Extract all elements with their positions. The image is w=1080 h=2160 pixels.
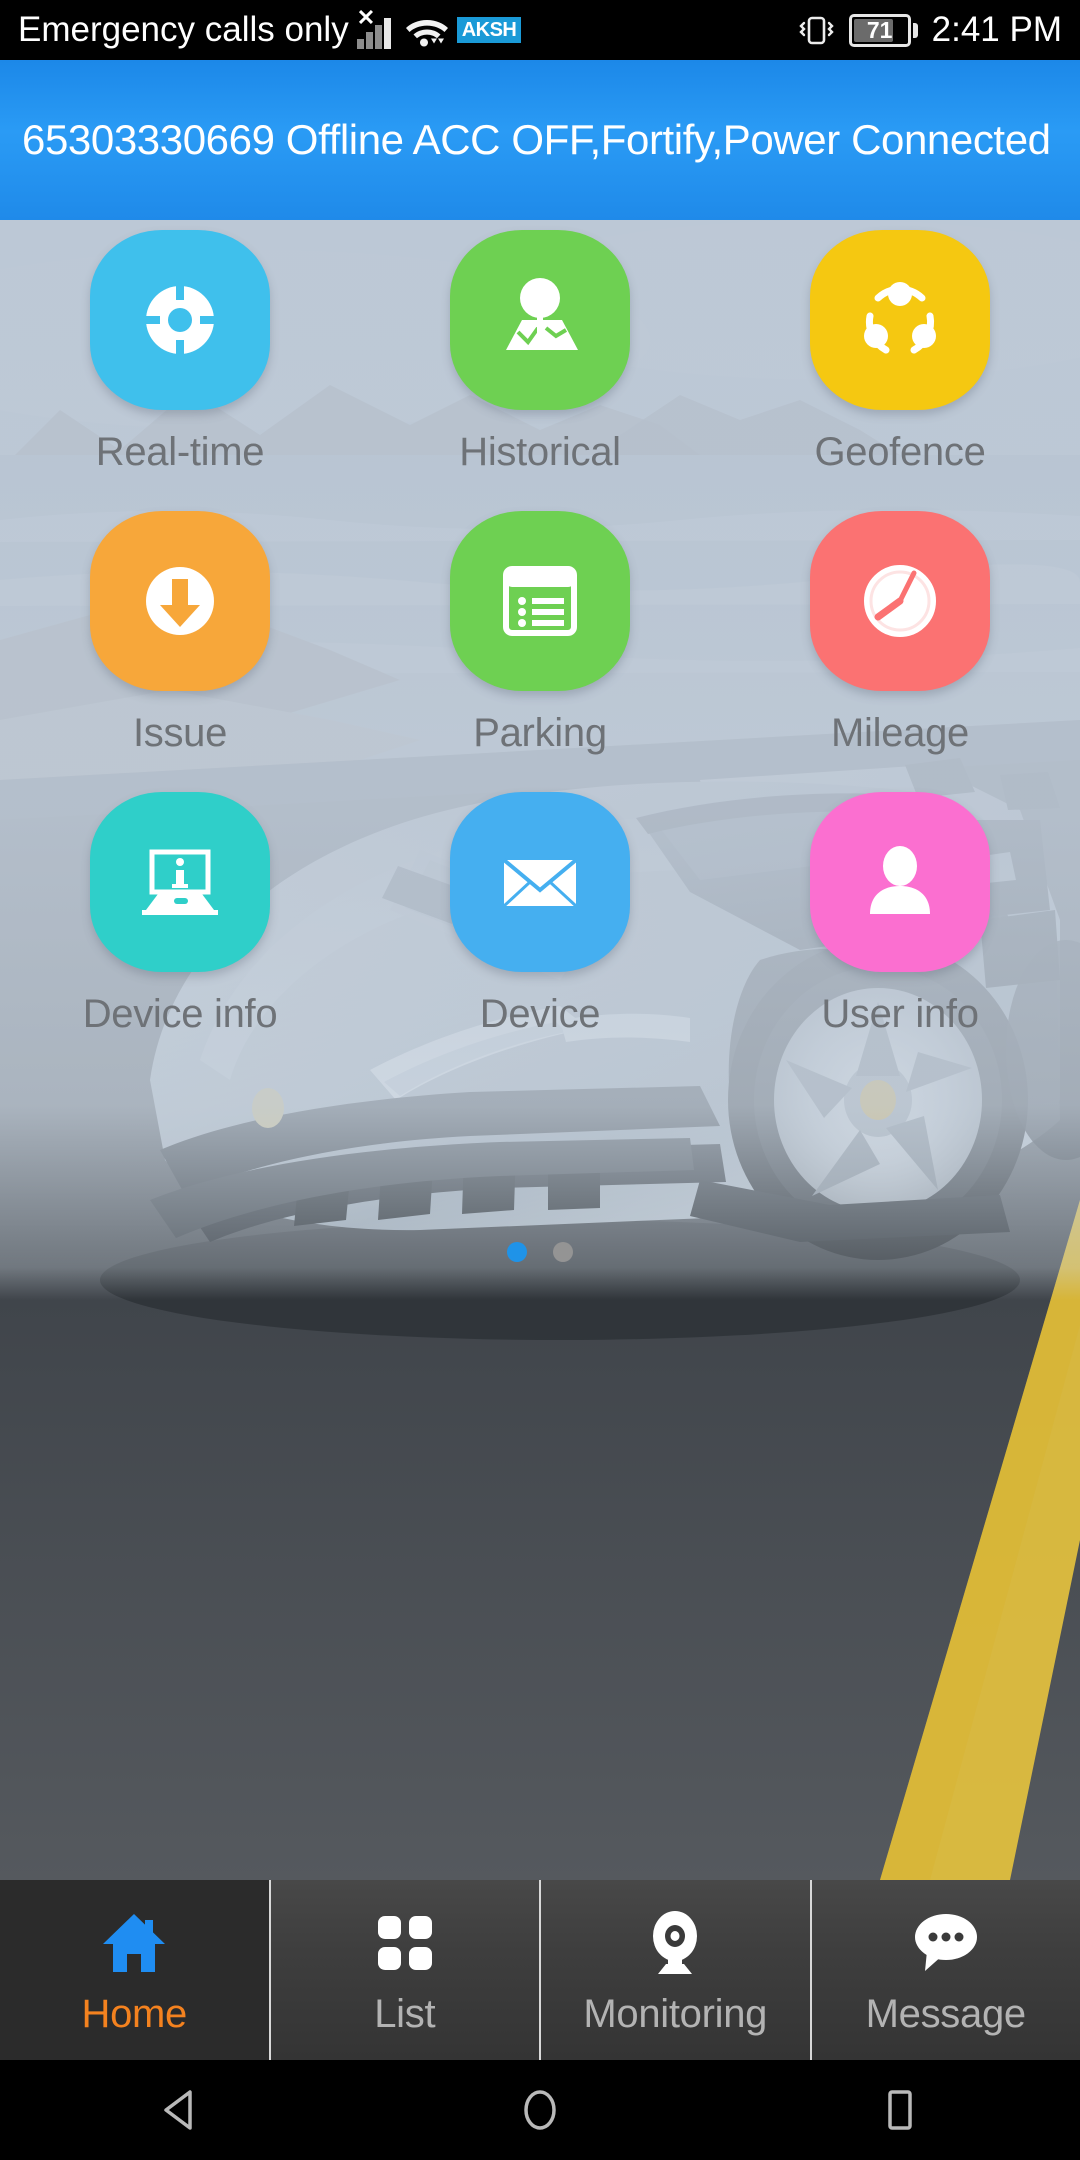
crosshair-target-icon [90, 230, 270, 410]
recents-square-icon[interactable] [840, 2060, 960, 2160]
carrier-label: Emergency calls only [18, 10, 349, 49]
person-icon [810, 792, 990, 972]
hotspot-badge: AKSH [456, 17, 522, 43]
android-navigation-bar [0, 2060, 1080, 2160]
phone-screen: Emergency calls only ✕ AKSH 71 2:41 PM 6… [0, 0, 1080, 2160]
chat-bubble-icon [911, 1898, 981, 1988]
clock-label: 2:41 PM [931, 10, 1062, 49]
grid-item-label: Historical [459, 430, 621, 474]
grid-item-historical[interactable]: Historical [360, 230, 720, 475]
page-dot-2[interactable] [553, 1242, 573, 1262]
tab-label: Message [865, 1992, 1027, 2036]
tab-monitoring[interactable]: Monitoring [541, 1880, 812, 2060]
back-triangle-icon[interactable] [120, 2060, 240, 2160]
grid-item-mileage[interactable]: Mileage [720, 511, 1080, 756]
device-status-banner[interactable]: 65303330669 Offline ACC OFF,Fortify,Powe… [0, 60, 1080, 220]
grid-item-label: Device info [82, 992, 278, 1036]
tab-label: List [374, 1992, 436, 2036]
geofence-nodes-icon [810, 230, 990, 410]
grid-item-user-info[interactable]: User info [720, 792, 1080, 1037]
grid-item-geofence[interactable]: Geofence [720, 230, 1080, 475]
vibrate-icon [797, 11, 835, 49]
grid-item-label: Geofence [814, 430, 986, 474]
wifi-icon [405, 12, 449, 48]
page-dot-1[interactable] [507, 1242, 527, 1262]
status-bar: Emergency calls only ✕ AKSH 71 2:41 PM [0, 0, 1080, 60]
gauge-clock-icon [810, 511, 990, 691]
camera-icon [642, 1898, 708, 1988]
grid-item-device-info[interactable]: Device info [0, 792, 360, 1037]
home-circle-icon[interactable] [480, 2060, 600, 2160]
map-pin-icon [450, 230, 630, 410]
grid-item-label: Issue [132, 711, 228, 755]
grid-item-device[interactable]: Device [360, 792, 720, 1037]
envelope-icon [450, 792, 630, 972]
battery-icon: 71 [848, 13, 918, 47]
list-note-icon [450, 511, 630, 691]
bottom-tab-bar: Home List Monitoring Message [0, 1880, 1080, 2060]
tab-home[interactable]: Home [0, 1880, 271, 2060]
page-indicator [0, 1242, 1080, 1262]
grid-item-label: Parking [473, 711, 607, 755]
feature-grid: Real-time Historical Geofence Issue Park… [0, 230, 1080, 1037]
tab-label: Monitoring [583, 1992, 768, 2036]
tab-message[interactable]: Message [811, 1880, 1080, 2060]
grid-item-label: Mileage [831, 711, 969, 755]
home-icon [97, 1898, 171, 1988]
grid-item-label: Device [479, 992, 601, 1036]
device-status-banner-text: 65303330669 Offline ACC OFF,Fortify,Powe… [22, 116, 1051, 163]
tab-list[interactable]: List [270, 1880, 541, 2060]
grid-item-issue[interactable]: Issue [0, 511, 360, 756]
grid-item-label: User info [821, 992, 979, 1036]
battery-percent-label: 71 [866, 16, 893, 43]
download-arrow-icon [90, 511, 270, 691]
signal-bars-no-service-icon: ✕ [356, 7, 397, 49]
grid-item-parking[interactable]: Parking [360, 511, 720, 756]
laptop-info-icon [90, 792, 270, 972]
grid-item-real-time[interactable]: Real-time [0, 230, 360, 475]
grid-item-label: Real-time [95, 430, 265, 474]
tab-label: Home [81, 1992, 188, 2036]
grid-squares-icon [372, 1898, 438, 1988]
